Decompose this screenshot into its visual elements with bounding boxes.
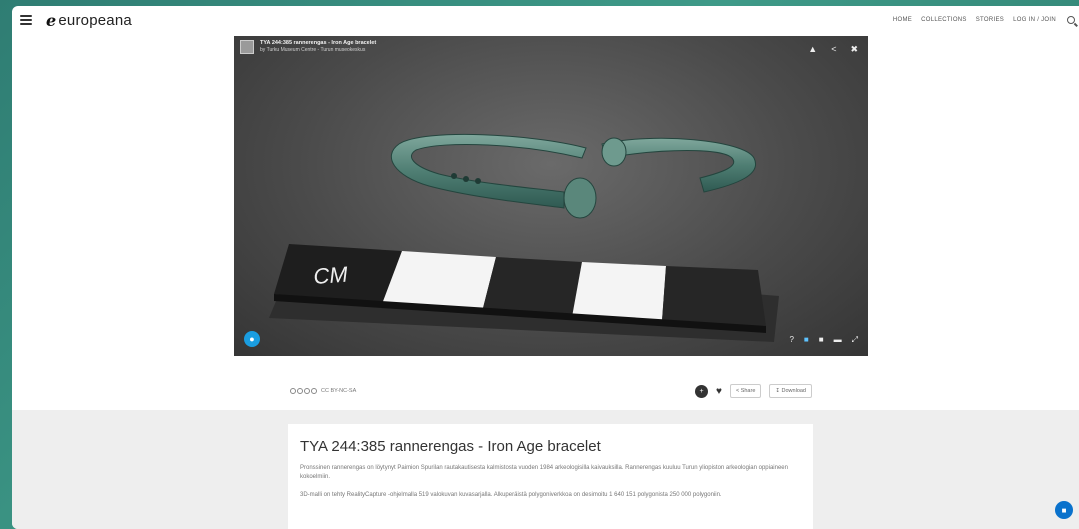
nav-home[interactable]: HOME xyxy=(893,17,912,23)
ruler-segment xyxy=(482,257,582,317)
cardboard-icon[interactable]: ▬ xyxy=(834,335,842,345)
europeana-logo[interactable]: e europeana xyxy=(46,11,132,30)
sketchfab-logo-icon[interactable]: ● xyxy=(244,331,260,347)
bracelet-terminal-right xyxy=(601,137,627,167)
help-icon[interactable]: ? xyxy=(789,335,793,345)
3d-model-viewer[interactable]: CM TYA 244:385 rannerengas - Iron Age br… xyxy=(234,36,868,356)
bracelet-band-left xyxy=(390,133,587,209)
ruler-segment xyxy=(662,266,766,326)
cc-license-icons xyxy=(290,388,317,394)
record-summary-card: TYA 244:385 rannerengas - Iron Age brace… xyxy=(288,424,813,529)
viewer-title[interactable]: TYA 244:385 rannerengas - Iron Age brace… xyxy=(260,40,376,47)
download-label: Download xyxy=(781,388,806,394)
viewer-bottom-controls: ? ■ ■ ▬ ⤢ xyxy=(789,335,858,345)
nav-login-join[interactable]: LOG IN / JOIN xyxy=(1013,17,1056,23)
ruler-segment xyxy=(572,262,666,321)
browser-page: e europeana HOME COLLECTIONS STORIES LOG… xyxy=(12,6,1079,529)
record-description-secondary: 3D-malli on tehty RealityCapture -ohjelm… xyxy=(300,492,722,498)
like-heart-icon[interactable]: ♥ xyxy=(716,386,722,397)
top-navigation-bar: e europeana HOME COLLECTIONS STORIES LOG… xyxy=(12,6,1079,34)
user-icon[interactable]: ▲ xyxy=(808,44,817,55)
license-info[interactable]: CC BY-NC-SA xyxy=(290,388,356,394)
viewer-subtitle[interactable]: by Turku Museum Centre - Turun museokesk… xyxy=(260,47,376,54)
add-to-gallery-icon[interactable]: + xyxy=(695,384,709,398)
decoration-dot xyxy=(463,176,469,182)
item-actions-bar: CC BY-NC-SA + ♥ < Share ↧ Download xyxy=(290,380,812,402)
ruler-scale-label: CM xyxy=(313,262,350,289)
decoration-dot xyxy=(451,173,457,179)
share-label: Share xyxy=(740,388,756,394)
search-icon[interactable] xyxy=(1067,16,1075,24)
nav-stories[interactable]: STORIES xyxy=(976,17,1004,23)
bracelet-terminal-left xyxy=(563,177,597,219)
decoration-dot xyxy=(475,178,481,184)
viewer-top-controls: ▲ < ✖ xyxy=(808,44,858,55)
share-button[interactable]: < Share xyxy=(729,384,762,398)
record-title: TYA 244:385 rannerengas - Iron Age brace… xyxy=(300,438,601,455)
main-nav: HOME COLLECTIONS STORIES LOG IN / JOIN xyxy=(893,6,1075,34)
logo-mark: e xyxy=(46,10,57,30)
chat-feedback-button[interactable]: ■ xyxy=(1055,501,1073,519)
download-button[interactable]: ↧ Download xyxy=(769,384,812,398)
license-label: CC BY-NC-SA xyxy=(321,388,357,394)
viewer-header: TYA 244:385 rannerengas - Iron Age brace… xyxy=(240,40,376,54)
settings-icon[interactable]: ■ xyxy=(819,335,824,345)
publisher-avatar[interactable] xyxy=(240,40,254,54)
record-description: Pronssinen rannerengas on löytynyt Paimi… xyxy=(300,465,788,480)
bracelet-3d-render[interactable]: CM xyxy=(234,36,868,356)
action-buttons: + ♥ < Share ↧ Download xyxy=(695,384,812,398)
close-icon[interactable]: ✖ xyxy=(850,44,858,55)
nav-collections[interactable]: COLLECTIONS xyxy=(921,17,967,23)
share-icon[interactable]: < xyxy=(831,44,836,55)
vr-icon[interactable]: ■ xyxy=(804,335,809,345)
logo-text: europeana xyxy=(58,11,132,29)
hamburger-menu-icon[interactable] xyxy=(20,15,32,25)
fullscreen-icon[interactable]: ⤢ xyxy=(852,335,858,345)
